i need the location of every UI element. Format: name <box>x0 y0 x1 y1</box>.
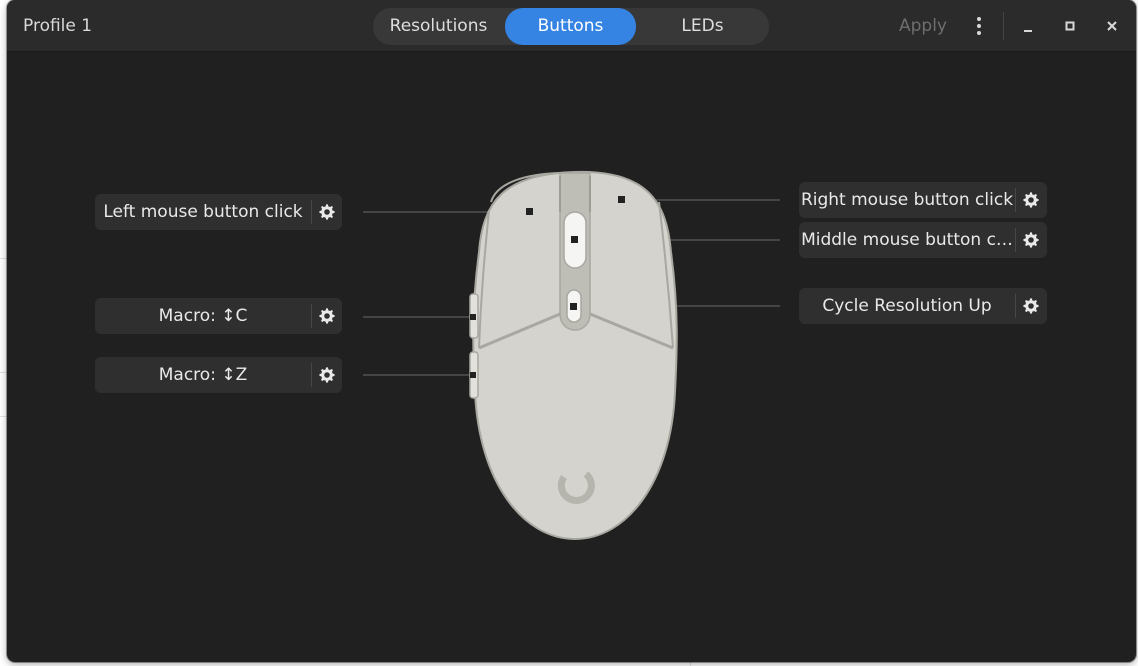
gear-icon[interactable] <box>1016 182 1046 218</box>
background-divider <box>0 258 7 259</box>
mapping-label: Macro: ↕C <box>158 306 248 326</box>
button-map-canvas: Left mouse button click Macro: ↕C Macro:… <box>7 52 1136 662</box>
anchor-macro-z <box>470 372 476 378</box>
tab-buttons[interactable]: Buttons <box>505 8 636 45</box>
mapping-right-click[interactable]: Right mouse button click <box>799 182 1047 218</box>
mapping-macro-z[interactable]: Macro: ↕Z <box>95 357 342 393</box>
gear-icon[interactable] <box>1016 288 1046 324</box>
gear-icon[interactable] <box>1016 222 1046 258</box>
mapping-middle-click[interactable]: Middle mouse button c… <box>799 222 1047 258</box>
mapping-left-click[interactable]: Left mouse button click <box>95 194 342 230</box>
background-divider <box>0 416 7 417</box>
header-bar: Profile 1 Resolutions Buttons LEDs Apply <box>7 0 1136 52</box>
mapping-label: Middle mouse button c… <box>801 230 1013 250</box>
tab-leds[interactable]: LEDs <box>637 8 768 45</box>
close-icon[interactable] <box>1101 15 1123 37</box>
anchor-middle <box>571 236 578 243</box>
vertical-dots-icon[interactable] <box>969 14 989 38</box>
tab-resolutions[interactable]: Resolutions <box>373 8 504 45</box>
mapping-cycle-resolution[interactable]: Cycle Resolution Up <box>799 288 1047 324</box>
anchor-left <box>526 208 533 215</box>
anchor-right <box>618 196 625 203</box>
anchor-macro-c <box>470 314 476 320</box>
minimize-icon[interactable] <box>1017 16 1039 38</box>
mapping-label: Right mouse button click <box>800 190 1014 210</box>
mapping-macro-c[interactable]: Macro: ↕C <box>95 298 342 334</box>
gear-icon[interactable] <box>312 194 342 230</box>
view-switcher: Resolutions Buttons LEDs <box>373 8 769 45</box>
gear-icon[interactable] <box>312 298 342 334</box>
piper-window: Profile 1 Resolutions Buttons LEDs Apply <box>7 0 1136 662</box>
mapping-label: Macro: ↕Z <box>158 365 248 385</box>
apply-button[interactable]: Apply <box>899 16 947 36</box>
mapping-label: Left mouse button click <box>103 202 303 222</box>
gear-icon[interactable] <box>312 357 342 393</box>
background-divider <box>690 662 691 666</box>
anchor-cycle <box>570 303 577 310</box>
mapping-label: Cycle Resolution Up <box>822 296 992 316</box>
maximize-icon[interactable] <box>1059 15 1081 37</box>
profile-selector[interactable]: Profile 1 <box>23 16 92 36</box>
background-divider <box>0 372 7 373</box>
mouse-body <box>469 170 678 541</box>
header-separator <box>1003 12 1004 40</box>
